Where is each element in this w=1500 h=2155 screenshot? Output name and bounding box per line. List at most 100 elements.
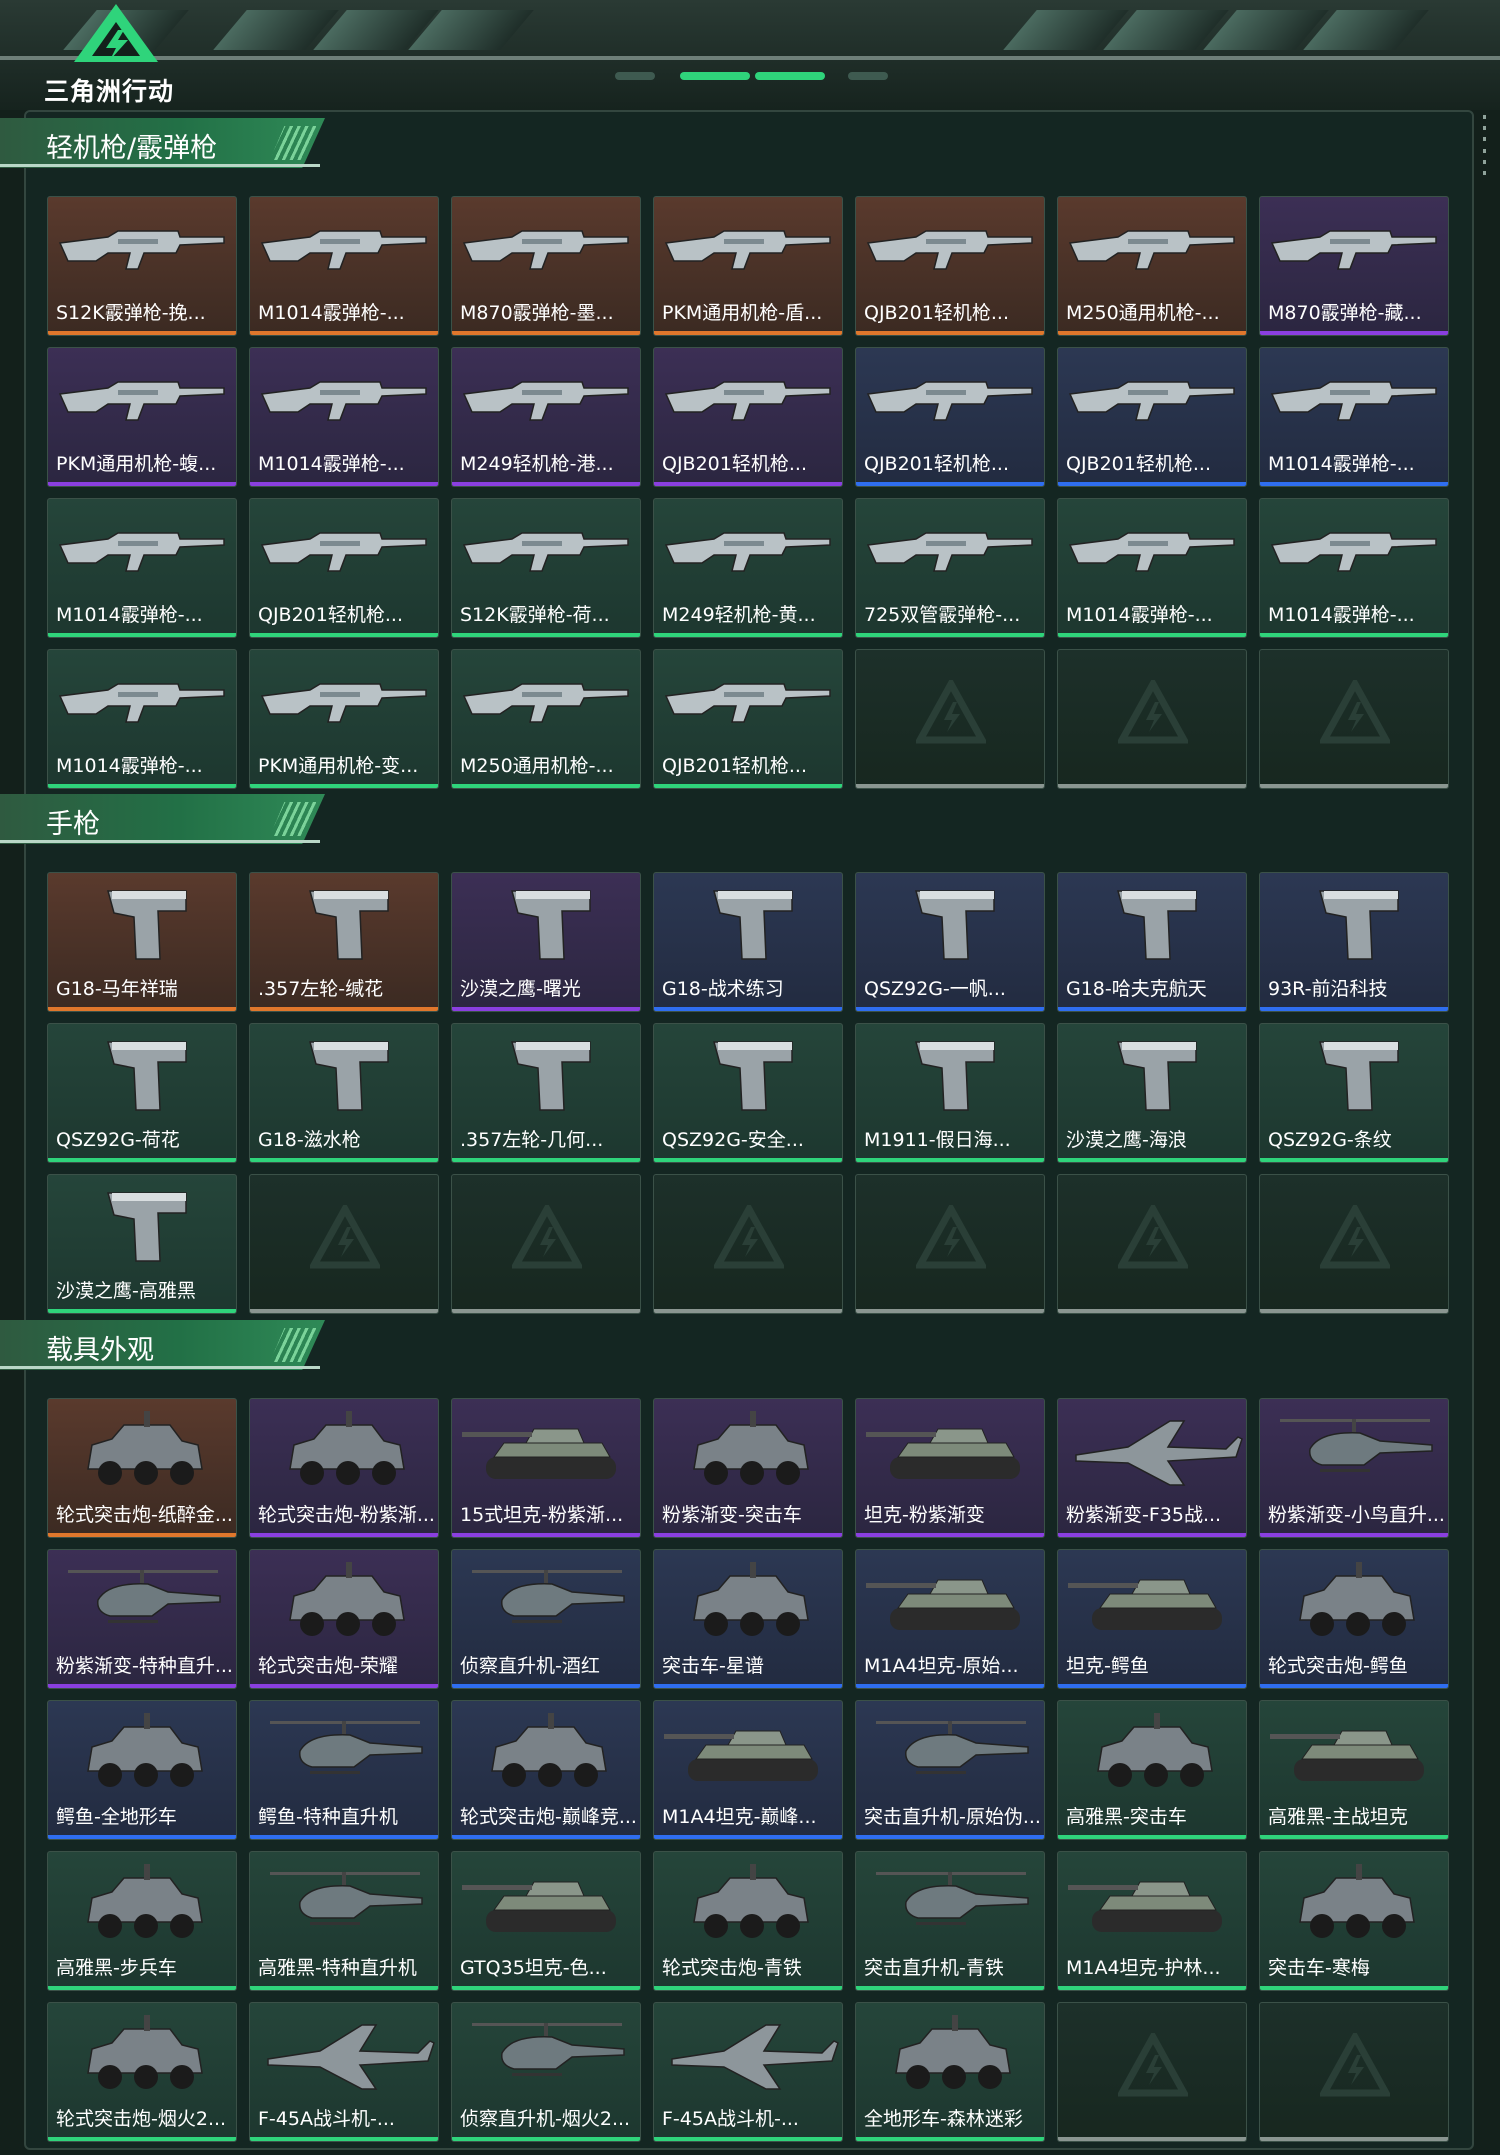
item-card[interactable]: F-45A战斗机-...	[653, 2002, 843, 2142]
rarity-bar	[654, 2137, 842, 2141]
item-card[interactable]: 坦克-鳄鱼	[1057, 1549, 1247, 1689]
item-label: M1A4坦克-巅峰...	[662, 1806, 817, 1828]
item-card[interactable]: PKM通用机枪-蝮...	[47, 347, 237, 487]
item-card[interactable]: 侦察直升机-酒红	[451, 1549, 641, 1689]
item-card[interactable]: 沙漠之鹰-高雅黑	[47, 1174, 237, 1314]
item-card[interactable]: QJB201轻机枪...	[249, 498, 439, 638]
item-card[interactable]: GTQ35坦克-色...	[451, 1851, 641, 1991]
item-card[interactable]: 鳄鱼-特种直升机	[249, 1700, 439, 1840]
item-card[interactable]: 高雅黑-主战坦克	[1259, 1700, 1449, 1840]
item-card[interactable]: 粉紫渐变-F35战...	[1057, 1398, 1247, 1538]
item-card[interactable]: .357左轮-缄花	[249, 872, 439, 1012]
item-card[interactable]: M250通用机枪-...	[1057, 196, 1247, 336]
item-card[interactable]: M870霰弹枪-墨...	[451, 196, 641, 336]
gun-icon	[260, 381, 427, 421]
item-card[interactable]: QJB201轻机枪...	[855, 347, 1045, 487]
item-card[interactable]: 坦克-粉紫渐变	[855, 1398, 1045, 1538]
item-card[interactable]: 轮式突击炮-烟火2...	[47, 2002, 237, 2142]
scrollbar[interactable]	[1480, 115, 1488, 175]
item-card[interactable]: G18-哈夫克航天	[1057, 872, 1247, 1012]
section-title: 手枪	[46, 809, 100, 840]
item-card[interactable]: 轮式突击炮-粉紫渐...	[249, 1398, 439, 1538]
item-label: PKM通用机枪-变...	[258, 755, 419, 777]
item-card[interactable]: 轮式突击炮-青铁	[653, 1851, 843, 1991]
item-card[interactable]: 15式坦克-粉紫渐...	[451, 1398, 641, 1538]
item-card[interactable]: M1911-假日海...	[855, 1023, 1045, 1163]
rarity-bar	[452, 331, 640, 335]
item-card[interactable]: M1014霰弹枪-...	[249, 196, 439, 336]
item-card[interactable]: S12K霰弹枪-荷...	[451, 498, 641, 638]
helicopter-icon	[68, 1570, 221, 1623]
item-card[interactable]: 轮式突击炮-纸醉金...	[47, 1398, 237, 1538]
rarity-bar	[1058, 1684, 1246, 1688]
item-card[interactable]: 鳄鱼-全地形车	[47, 1700, 237, 1840]
item-label: M250通用机枪-...	[1066, 302, 1220, 324]
item-card[interactable]: 高雅黑-特种直升机	[249, 1851, 439, 1991]
item-card[interactable]: .357左轮-几何...	[451, 1023, 641, 1163]
rarity-bar	[856, 633, 1044, 637]
item-card[interactable]: M1014霰弹枪-...	[1259, 347, 1449, 487]
vehicle-icon	[289, 1562, 405, 1636]
item-card[interactable]: 粉紫渐变-突击车	[653, 1398, 843, 1538]
item-card[interactable]: QSZ92G-一帆...	[855, 872, 1045, 1012]
rarity-bar	[654, 1835, 842, 1839]
item-card[interactable]: S12K霰弹枪-挽...	[47, 196, 237, 336]
rarity-bar	[1260, 482, 1448, 486]
item-label: QJB201轻机枪...	[662, 453, 807, 475]
item-card[interactable]: 沙漠之鹰-海浪	[1057, 1023, 1247, 1163]
item-card[interactable]: M1014霰弹枪-...	[1259, 498, 1449, 638]
item-card[interactable]: QSZ92G-条纹	[1259, 1023, 1449, 1163]
jet-icon	[1075, 1420, 1243, 1486]
item-card[interactable]: 侦察直升机-烟火2...	[451, 2002, 641, 2142]
item-card[interactable]: M1014霰弹枪-...	[1057, 498, 1247, 638]
item-card[interactable]: M870霰弹枪-藏...	[1259, 196, 1449, 336]
item-card[interactable]: G18-滋水枪	[249, 1023, 439, 1163]
item-card[interactable]: 粉紫渐变-小鸟直升...	[1259, 1398, 1449, 1538]
item-card[interactable]: M250通用机枪-...	[451, 649, 641, 789]
item-card[interactable]: 725双管霰弹枪-...	[855, 498, 1045, 638]
item-card[interactable]: F-45A战斗机-...	[249, 2002, 439, 2142]
item-card[interactable]: G18-马年祥瑞	[47, 872, 237, 1012]
item-card[interactable]: 轮式突击炮-巅峰竞...	[451, 1700, 641, 1840]
vehicle-icon	[895, 2015, 1011, 2089]
item-card[interactable]: QJB201轻机枪...	[855, 196, 1045, 336]
item-card[interactable]: 93R-前沿科技	[1259, 872, 1449, 1012]
item-card[interactable]: 突击车-寒梅	[1259, 1851, 1449, 1991]
item-card[interactable]: G18-战术练习	[653, 872, 843, 1012]
item-card[interactable]: M1014霰弹枪-...	[47, 498, 237, 638]
rarity-bar	[250, 784, 438, 788]
item-card[interactable]: 高雅黑-突击车	[1057, 1700, 1247, 1840]
rarity-bar	[48, 1835, 236, 1839]
item-card[interactable]: 全地形车-森林迷彩	[855, 2002, 1045, 2142]
helicopter-icon	[876, 1872, 1029, 1925]
item-card[interactable]: M1014霰弹枪-...	[249, 347, 439, 487]
item-card[interactable]: 轮式突击炮-荣耀	[249, 1549, 439, 1689]
item-card[interactable]: QSZ92G-荷花	[47, 1023, 237, 1163]
item-label: S12K霰弹枪-荷...	[460, 604, 610, 626]
item-card[interactable]: QJB201轻机枪...	[653, 347, 843, 487]
delta-watermark-icon	[714, 1205, 784, 1269]
rarity-bar	[250, 633, 438, 637]
item-card[interactable]: 突击车-星谱	[653, 1549, 843, 1689]
item-card[interactable]: 突击直升机-原始伪...	[855, 1700, 1045, 1840]
rarity-bar	[452, 1986, 640, 1990]
item-card[interactable]: M1A4坦克-护林...	[1057, 1851, 1247, 1991]
item-card[interactable]: M1014霰弹枪-...	[47, 649, 237, 789]
item-card[interactable]: 轮式突击炮-鳄鱼	[1259, 1549, 1449, 1689]
item-card[interactable]: M249轻机枪-港...	[451, 347, 641, 487]
item-card[interactable]: PKM通用机枪-变...	[249, 649, 439, 789]
item-card[interactable]: M1A4坦克-巅峰...	[653, 1700, 843, 1840]
item-card[interactable]: 粉紫渐变-特种直升...	[47, 1549, 237, 1689]
item-card[interactable]: QJB201轻机枪...	[653, 649, 843, 789]
item-card[interactable]: 高雅黑-步兵车	[47, 1851, 237, 1991]
item-card[interactable]: QSZ92G-安全...	[653, 1023, 843, 1163]
item-card[interactable]: 突击直升机-青铁	[855, 1851, 1045, 1991]
rarity-bar	[654, 331, 842, 335]
item-card[interactable]: M1A4坦克-原始...	[855, 1549, 1045, 1689]
item-card[interactable]: QJB201轻机枪...	[1057, 347, 1247, 487]
rarity-bar	[452, 1158, 640, 1162]
item-card[interactable]: 沙漠之鹰-曙光	[451, 872, 641, 1012]
gun-icon	[462, 532, 629, 572]
item-card[interactable]: PKM通用机枪-盾...	[653, 196, 843, 336]
item-card[interactable]: M249轻机枪-黄...	[653, 498, 843, 638]
